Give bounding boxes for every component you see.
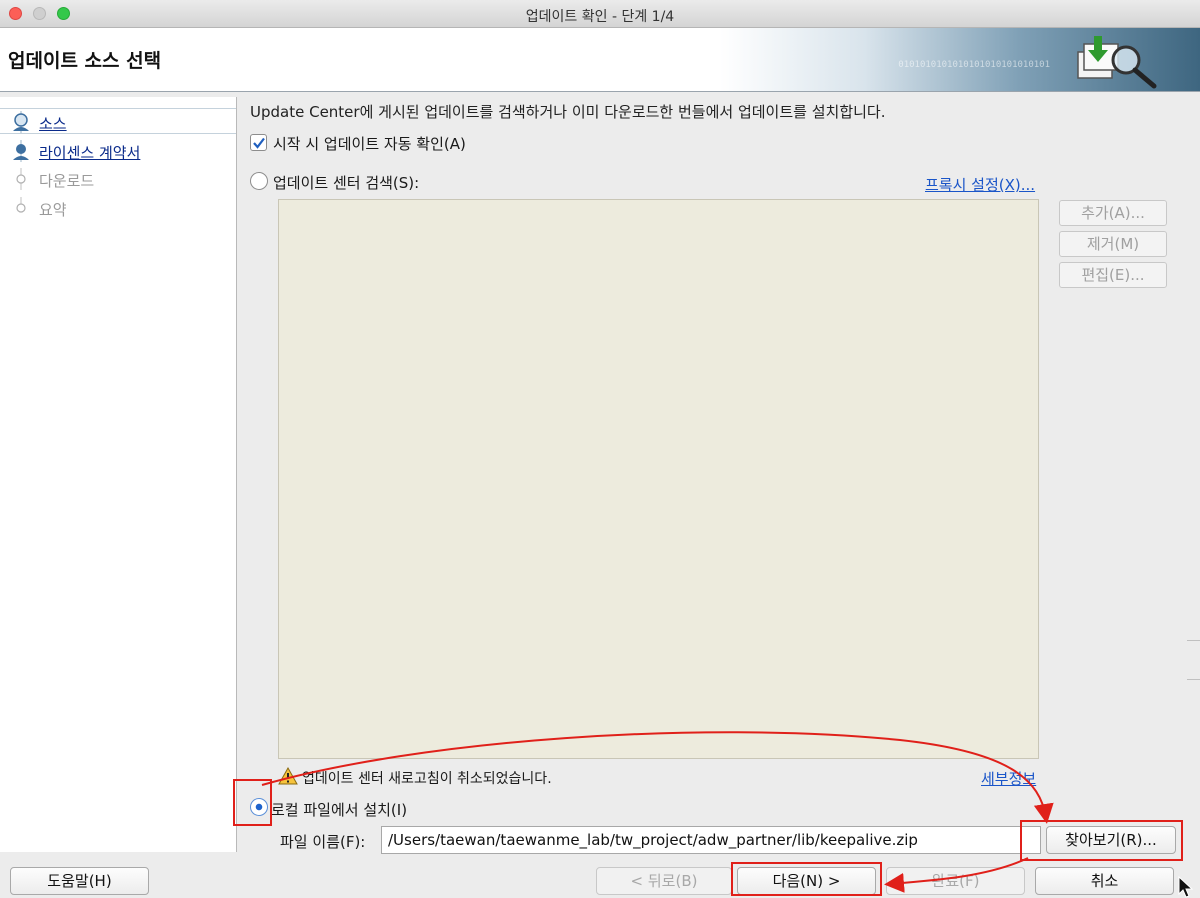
wizard-header: 업데이트 소스 선택 0101010101010101010101010101 [0,28,1200,92]
step-label: 다운로드 [39,172,95,190]
update-center-radio[interactable] [250,172,268,190]
checkmark-icon [253,137,265,149]
step-license[interactable]: 라이센스 계약서 [0,138,236,164]
mouse-cursor-icon [1178,876,1194,898]
help-button[interactable]: 도움말(H) [10,867,149,895]
details-link[interactable]: 세부정보 [981,768,1036,789]
local-file-radio[interactable] [250,798,268,816]
warning-icon [278,767,298,785]
step-download: 다운로드 [0,166,236,192]
remove-button[interactable]: 제거(M) [1059,231,1167,257]
step-active-icon [13,111,29,133]
step-pending-icon [16,197,26,213]
step-link-icon [13,140,29,162]
auto-check-checkbox[interactable] [250,134,267,151]
header-binary-decoration: 0101010101010101010101010101 [898,60,1050,70]
auto-check-label: 시작 시 업데이트 자동 확인(A) [273,135,466,153]
window-title: 업데이트 확인 - 단계 1/4 [525,9,675,25]
back-button[interactable]: < 뒤로(B) [596,867,732,895]
page-title: 업데이트 소스 선택 [8,50,162,72]
next-button[interactable]: 다음(N) > [737,867,876,895]
add-button[interactable]: 추가(A)... [1059,200,1167,226]
proxy-settings-link[interactable]: 프록시 설정(X)... [925,174,1035,195]
local-file-radio-label: 로컬 파일에서 설치(I) [271,801,408,819]
window-edge-divider [1187,640,1200,680]
step-label: 라이센스 계약서 [39,144,141,162]
step-summary: 요약 [0,195,236,221]
file-name-label: 파일 이름(F): [280,833,366,851]
file-name-field[interactable]: /Users/taewan/taewanme_lab/tw_project/ad… [381,826,1041,854]
update-search-icon [1077,36,1157,89]
step-label: 소스 [39,115,67,133]
browse-button[interactable]: 찾아보기(R)... [1046,826,1176,854]
update-center-list[interactable] [278,199,1039,759]
step-pending-icon [16,168,26,190]
cancel-button[interactable]: 취소 [1035,867,1174,895]
step-label: 요약 [39,201,67,219]
warning-text: 업데이트 센터 새로고침이 취소되었습니다. [302,771,552,787]
step-source[interactable]: 소스 [0,108,236,134]
finish-button[interactable]: 완료(F) [886,867,1025,895]
description-text: Update Center에 게시된 업데이트를 검색하거나 이미 다운로드한 … [250,103,886,121]
title-bar: 업데이트 확인 - 단계 1/4 [0,0,1200,28]
wizard-steps-panel: 소스 라이센스 계약서 다운로드 요약 [0,97,237,852]
edit-button[interactable]: 편집(E)... [1059,262,1167,288]
update-center-radio-label: 업데이트 센터 검색(S): [273,174,420,192]
